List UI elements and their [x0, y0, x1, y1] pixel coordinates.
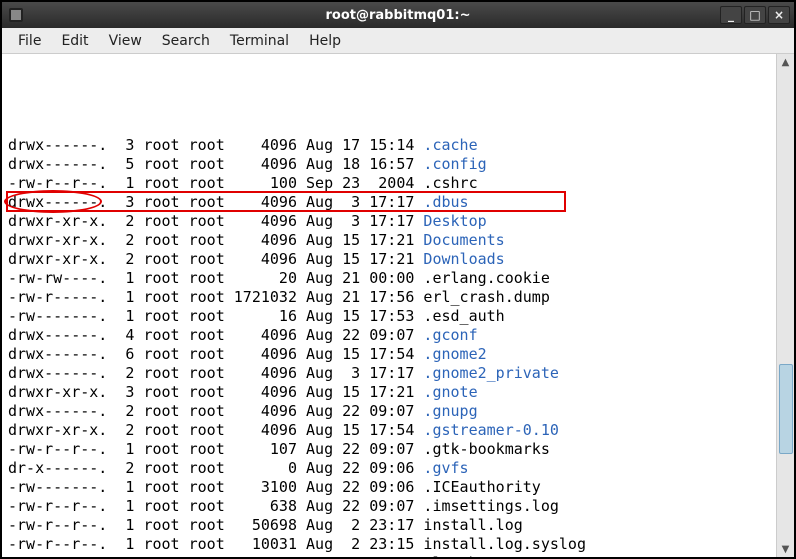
filename: erl_crash.dump: [423, 288, 549, 306]
scrollbar[interactable]: ▲ ▼: [776, 54, 794, 557]
ls-row: -rw-------. 1 root root 16 Aug 15 17:53 …: [8, 307, 772, 326]
ls-row: drwx------. 4 root root 4096 Aug 22 09:0…: [8, 326, 772, 345]
ls-row: drwxr-xr-x. 3 root root 4096 Aug 15 17:2…: [8, 383, 772, 402]
filename: Documents: [423, 231, 504, 249]
filename: .ICEauthority: [423, 478, 540, 496]
ls-row: -rw-r--r--. 1 root root 638 Aug 22 09:07…: [8, 497, 772, 516]
filename: .gvfs: [423, 459, 468, 477]
filename: install.log.syslog: [423, 535, 586, 553]
filename: .gstreamer-0.10: [423, 421, 558, 439]
menu-search[interactable]: Search: [152, 33, 220, 49]
filename: .gconf: [423, 326, 477, 344]
filename: .gnote: [423, 383, 477, 401]
filename: .gnome2_private: [423, 364, 558, 382]
menu-view[interactable]: View: [99, 33, 152, 49]
ls-row: drwxr-xr-x. 2 root root 4096 Aug 3 17:17…: [8, 212, 772, 231]
ls-row: -rw-------. 1 root root 3100 Aug 22 09:0…: [8, 478, 772, 497]
ls-row: -rw-r--r--. 1 root root 100 Sep 23 2004 …: [8, 174, 772, 193]
close-button[interactable]: ×: [768, 6, 790, 24]
menu-help[interactable]: Help: [299, 33, 351, 49]
ls-row: drwx------. 5 root root 4096 Aug 18 16:5…: [8, 155, 772, 174]
menu-edit[interactable]: Edit: [51, 33, 98, 49]
ls-row: -rw-------. 1 root root 39 Aug 17 15:28 …: [8, 554, 772, 557]
filename: .erlang.cookie: [423, 269, 549, 287]
filename: .dbus: [423, 193, 468, 211]
maximize-button[interactable]: □: [744, 6, 766, 24]
ls-row: drwx------. 2 root root 4096 Aug 22 09:0…: [8, 402, 772, 421]
ls-row: drwx------. 2 root root 4096 Aug 3 17:17…: [8, 364, 772, 383]
filename: .lesshst: [423, 554, 495, 557]
filename: .esd_auth: [423, 307, 504, 325]
filename: .gnome2: [423, 345, 486, 363]
menu-file[interactable]: File: [8, 33, 51, 49]
ls-row: -rw-r--r--. 1 root root 107 Aug 22 09:07…: [8, 440, 772, 459]
window-title: root@rabbitmq01:~: [326, 8, 471, 23]
filename: .imsettings.log: [423, 497, 558, 515]
ls-row: drwxr-xr-x. 2 root root 4096 Aug 15 17:5…: [8, 421, 772, 440]
menu-terminal[interactable]: Terminal: [220, 33, 299, 49]
ls-row: -rw-r-----. 1 root root 1721032 Aug 21 1…: [8, 288, 772, 307]
scroll-thumb[interactable]: [779, 364, 793, 454]
filename: Downloads: [423, 250, 504, 268]
scroll-up-arrow-icon[interactable]: ▲: [777, 54, 794, 70]
terminal-app-icon: [8, 7, 24, 23]
ls-row: drwxr-xr-x. 2 root root 4096 Aug 15 17:2…: [8, 250, 772, 269]
filename: .gtk-bookmarks: [423, 440, 549, 458]
ls-row: -rw-rw----. 1 root root 20 Aug 21 00:00 …: [8, 269, 772, 288]
filename: install.log: [423, 516, 522, 534]
window-controls: _ □ ×: [720, 6, 794, 24]
filename: .cache: [423, 136, 477, 154]
ls-row: drwxr-xr-x. 2 root root 4096 Aug 15 17:2…: [8, 231, 772, 250]
filename: Desktop: [423, 212, 486, 230]
menubar: File Edit View Search Terminal Help: [2, 28, 794, 54]
filename: .config: [423, 155, 486, 173]
minimize-button[interactable]: _: [720, 6, 742, 24]
ls-row: drwx------. 3 root root 4096 Aug 3 17:17…: [8, 193, 772, 212]
ls-row: dr-x------. 2 root root 0 Aug 22 09:06 .…: [8, 459, 772, 478]
titlebar: root@rabbitmq01:~ _ □ ×: [2, 2, 794, 28]
ls-row: drwx------. 6 root root 4096 Aug 15 17:5…: [8, 345, 772, 364]
ls-row: -rw-r--r--. 1 root root 10031 Aug 2 23:1…: [8, 535, 772, 554]
ls-row: drwx------. 3 root root 4096 Aug 17 15:1…: [8, 136, 772, 155]
filename: .gnupg: [423, 402, 477, 420]
ls-row: -rw-r--r--. 1 root root 50698 Aug 2 23:1…: [8, 516, 772, 535]
scroll-down-arrow-icon[interactable]: ▼: [777, 541, 794, 557]
filename: .cshrc: [423, 174, 477, 192]
terminal-output[interactable]: drwx------. 3 root root 4096 Aug 17 15:1…: [2, 54, 776, 557]
